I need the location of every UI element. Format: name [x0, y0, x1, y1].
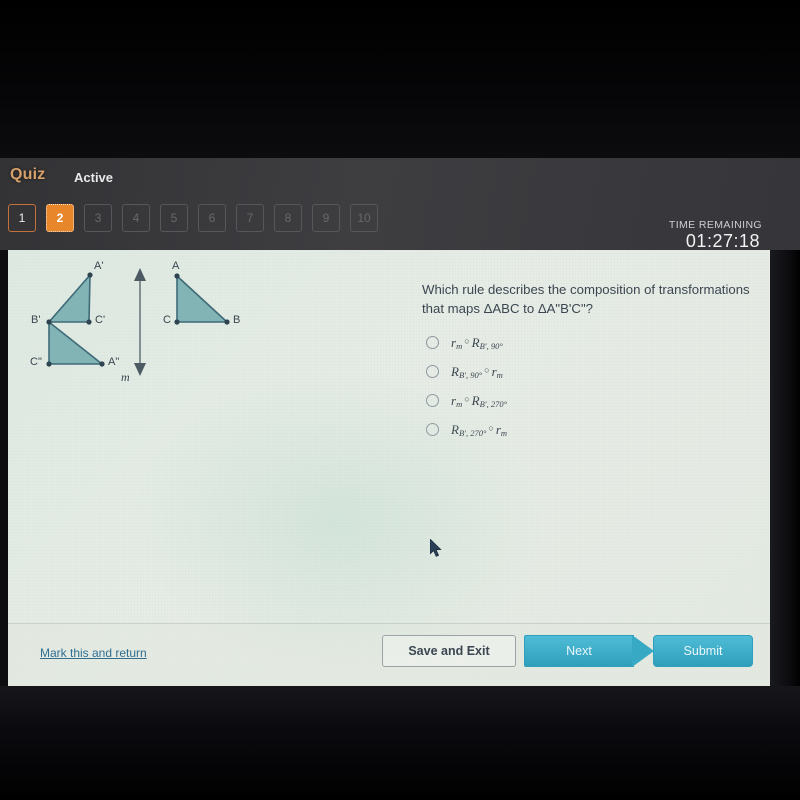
question-tab-list: 1 2 3 4 5 6 7 8 9 10 [8, 204, 378, 232]
vertex-dot-a [174, 273, 180, 279]
next-button-arrow-icon[interactable] [632, 635, 654, 667]
answer-option-c[interactable]: rm ○ RB', 270° [426, 386, 756, 415]
figure-label-c-double-prime: C" [30, 356, 42, 368]
question-text-line-1: Which rule describes the composition of … [422, 282, 750, 297]
save-and-exit-button[interactable]: Save and Exit [382, 635, 516, 667]
radio-button-d-icon[interactable] [426, 423, 439, 436]
vertex-dot-b [224, 319, 230, 325]
option-a-compose-operator: ○ [464, 335, 470, 346]
figure-label-b: B [233, 314, 241, 326]
question-tab-9[interactable]: 9 [312, 204, 340, 232]
reflection-line-arrow-top-icon [134, 268, 146, 281]
option-b-second-subscript: m [496, 369, 503, 380]
vertex-dot-c-double-prime [46, 361, 52, 367]
option-b-compose-operator: ○ [484, 364, 490, 375]
option-d-second-subscript: m [500, 427, 508, 438]
geometry-figure: A' B' C' C" A" A B C m [12, 254, 272, 399]
answer-options-list: rm ○ RB', 90° RB', 90° ○ rm rm ○ RB', 270° RB'… [426, 328, 756, 444]
time-remaining-label: TIME REMAINING [668, 219, 762, 231]
figure-label-a-double-prime: A" [108, 356, 120, 368]
next-button[interactable]: Next [524, 635, 634, 667]
figure-label-b-prime: B' [31, 314, 41, 326]
monitor-bezel-bottom [0, 686, 800, 800]
triangle-abc [176, 274, 230, 323]
answer-option-d[interactable]: RB', 270° ○ rm [426, 415, 756, 444]
question-text-line-2: that maps ΔABC to ΔA"B'C"? [422, 301, 593, 316]
quiz-title: Quiz [10, 166, 46, 183]
radio-button-b-icon[interactable] [426, 365, 439, 378]
vertex-dot-b-prime [46, 319, 52, 325]
question-content-panel: A' B' C' C" A" A B C m Which rule descri… [8, 250, 770, 686]
vertex-dot-a-prime [87, 272, 93, 278]
mark-this-and-return-link[interactable]: Mark this and return [40, 646, 147, 660]
answer-option-b-label: RB', 90° ○ rm [451, 364, 503, 380]
answer-option-d-label: RB', 270° ○ rm [451, 422, 507, 438]
answer-option-b[interactable]: RB', 90° ○ rm [426, 357, 756, 386]
radio-button-a-icon[interactable] [426, 336, 439, 349]
option-b-first-symbol: R [451, 363, 459, 379]
quiz-status-label: Active [74, 170, 114, 185]
reflection-line-arrow-bottom-icon [134, 363, 146, 376]
mouse-cursor-icon [429, 538, 444, 559]
radio-button-c-icon[interactable] [426, 394, 439, 407]
geometry-figure-svg [46, 268, 230, 376]
figure-label-c: C [163, 314, 171, 326]
question-tab-5[interactable]: 5 [160, 204, 188, 232]
time-remaining-value: 01:27:18 [685, 231, 760, 251]
question-tab-3[interactable]: 3 [84, 204, 112, 232]
figure-label-c-prime: C' [95, 314, 106, 326]
answer-option-a[interactable]: rm ○ RB', 90° [426, 328, 756, 357]
submit-button[interactable]: Submit [653, 635, 753, 667]
figure-label-a: A [172, 260, 180, 272]
question-tab-4[interactable]: 4 [122, 204, 150, 232]
figure-label-line-m: m [121, 370, 130, 384]
option-d-compose-operator: ○ [488, 422, 494, 433]
monitor-bezel-top [0, 0, 800, 158]
triangle-a-double-prime-b-prime-c-double-prime [48, 320, 105, 365]
answer-option-a-label: rm ○ RB', 90° [451, 335, 503, 351]
option-a-second-subscript: B', 90° [479, 340, 503, 351]
figure-label-a-prime: A' [94, 260, 104, 272]
option-c-second-subscript: B', 270° [479, 398, 508, 409]
question-footer-bar: Mark this and return Save and Exit Next … [8, 623, 770, 686]
question-tab-7[interactable]: 7 [236, 204, 264, 232]
screen-photo: Quiz Active 1 2 3 4 5 6 7 8 9 10 TIME RE… [0, 0, 800, 800]
question-tab-10[interactable]: 10 [350, 204, 378, 232]
question-text: Which rule describes the composition of … [422, 280, 770, 318]
question-tab-6[interactable]: 6 [198, 204, 226, 232]
question-tab-2[interactable]: 2 [46, 204, 74, 232]
question-tab-1[interactable]: 1 [8, 204, 36, 232]
option-c-compose-operator: ○ [464, 393, 470, 404]
option-c-second-symbol: R [471, 392, 480, 408]
answer-option-c-label: rm ○ RB', 270° [451, 393, 507, 409]
option-d-first-symbol: R [451, 421, 459, 437]
option-b-first-subscript: B', 90° [458, 369, 483, 380]
question-tab-8[interactable]: 8 [274, 204, 302, 232]
vertex-dot-c [174, 319, 180, 325]
vertex-dot-a-double-prime [99, 361, 105, 367]
triangle-a-prime-b-prime-c-prime [47, 272, 91, 323]
option-a-second-symbol: R [471, 334, 480, 350]
vertex-dot-c-prime [86, 319, 92, 325]
option-d-first-subscript: B', 270° [458, 427, 487, 438]
